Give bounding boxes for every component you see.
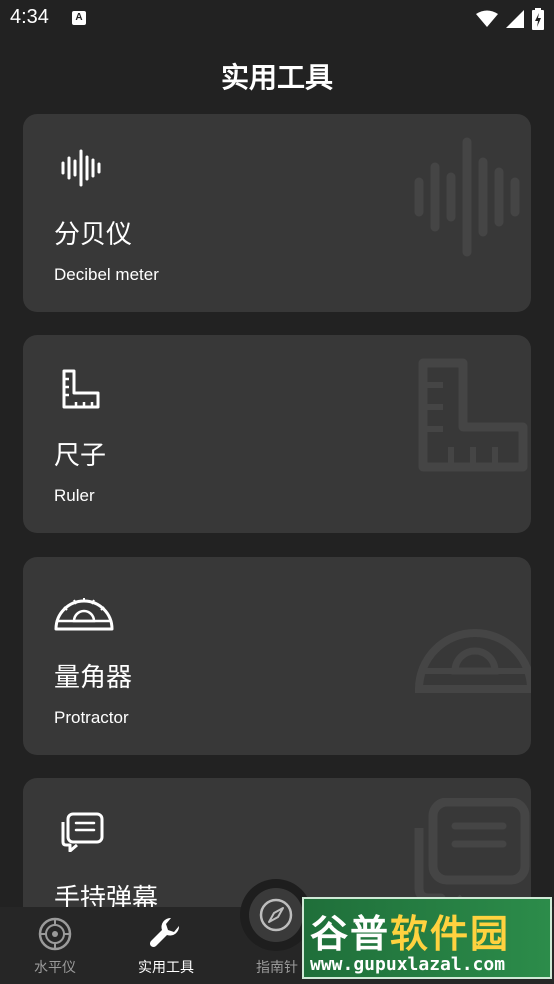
ruler-bg-icon (418, 358, 528, 472)
watermark: 谷普软件园 www.gupuxlazal.com (302, 897, 552, 979)
level-icon (38, 917, 72, 951)
page-title: 实用工具 (220, 61, 333, 94)
app-notification-icon: A (72, 11, 86, 25)
card-subtitle: Protractor (54, 708, 129, 727)
ruler-icon (62, 369, 100, 409)
nav-item-tools[interactable]: 实用工具 (111, 907, 221, 984)
message-icon (61, 812, 104, 852)
status-bar: 4:34 A (0, 0, 554, 38)
status-time: 4:34 (10, 6, 49, 28)
card-subtitle: Decibel meter (54, 265, 159, 284)
status-icons (476, 8, 544, 30)
wifi-icon (476, 10, 498, 27)
nav-label: 水平仪 (34, 960, 76, 976)
card-subtitle: Ruler (54, 486, 95, 505)
battery-charging-icon (532, 8, 544, 30)
card-title: 尺子 (54, 441, 107, 471)
compass-fab-inner (249, 888, 303, 942)
card-title: 分贝仪 (54, 220, 133, 250)
tool-card-ruler[interactable]: 尺子 Ruler (23, 335, 531, 533)
card-title: 量角器 (54, 663, 133, 693)
watermark-url: www.gupuxlazal.com (310, 954, 506, 975)
tool-card-protractor[interactable]: 量角器 Protractor (23, 557, 531, 755)
watermark-logo: 谷普软件园 (310, 912, 511, 956)
nav-label: 实用工具 (138, 960, 194, 976)
signal-icon (506, 10, 524, 28)
protractor-bg-icon (414, 629, 531, 693)
sound-wave-bg-icon (414, 137, 520, 257)
wrench-icon (149, 917, 180, 948)
tool-card-decibel-meter[interactable]: 分贝仪 Decibel meter (23, 114, 531, 312)
nav-item-level[interactable]: 水平仪 (0, 907, 110, 984)
sound-wave-icon (61, 149, 101, 187)
compass-icon (259, 898, 293, 932)
protractor-icon (54, 598, 114, 631)
